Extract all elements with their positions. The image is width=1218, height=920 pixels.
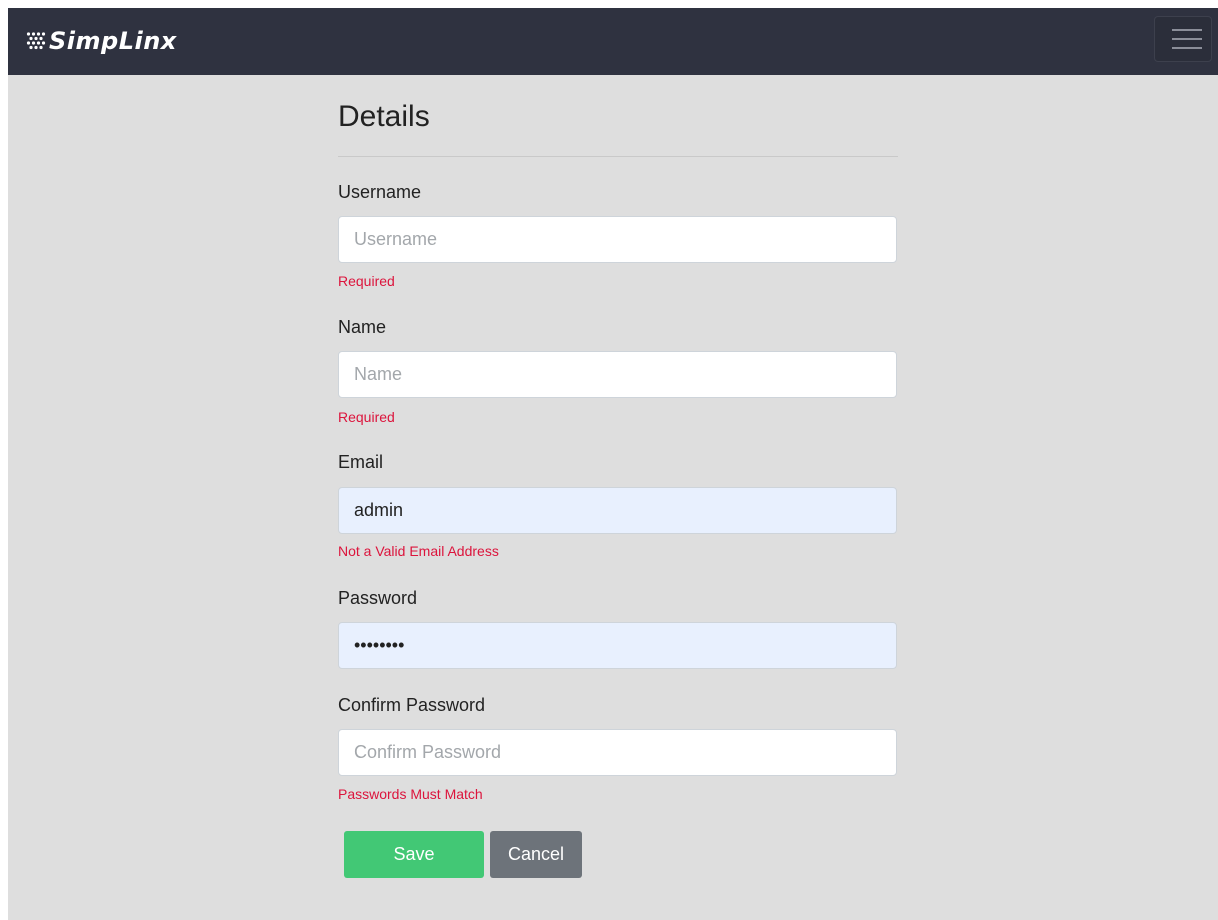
username-error: Required: [338, 273, 395, 289]
hamburger-menu-icon: [1172, 29, 1202, 31]
hamburger-menu-icon-bar-bottom: [1172, 47, 1202, 49]
password-label: Password: [338, 588, 418, 608]
email-input[interactable]: [338, 487, 897, 534]
app-viewport: SimpLinx Details Username Required Name …: [8, 8, 1218, 920]
email-label: Email: [338, 452, 384, 472]
confirm-password-label: Confirm Password: [338, 695, 486, 715]
brand-name: SimpLinx: [49, 27, 177, 55]
username-input[interactable]: [338, 216, 897, 263]
username-label: Username: [338, 182, 422, 202]
save-button[interactable]: Save: [344, 831, 484, 878]
confirm-password-input[interactable]: [338, 729, 897, 776]
brand-logo[interactable]: SimpLinx: [26, 25, 177, 57]
top-navbar: SimpLinx: [8, 8, 1218, 75]
name-input[interactable]: [338, 351, 897, 398]
title-divider: [338, 156, 898, 157]
dot-grid-logo-icon: [26, 32, 46, 50]
hamburger-menu-icon-bar-middle: [1172, 38, 1202, 40]
page-title: Details: [338, 100, 430, 133]
hamburger-menu-button[interactable]: [1154, 16, 1212, 62]
name-label: Name: [338, 317, 387, 337]
confirm-password-error: Passwords Must Match: [338, 786, 483, 802]
cancel-button[interactable]: Cancel: [490, 831, 582, 878]
password-input[interactable]: [338, 622, 897, 669]
name-error: Required: [338, 409, 395, 425]
email-error: Not a Valid Email Address: [338, 543, 499, 559]
